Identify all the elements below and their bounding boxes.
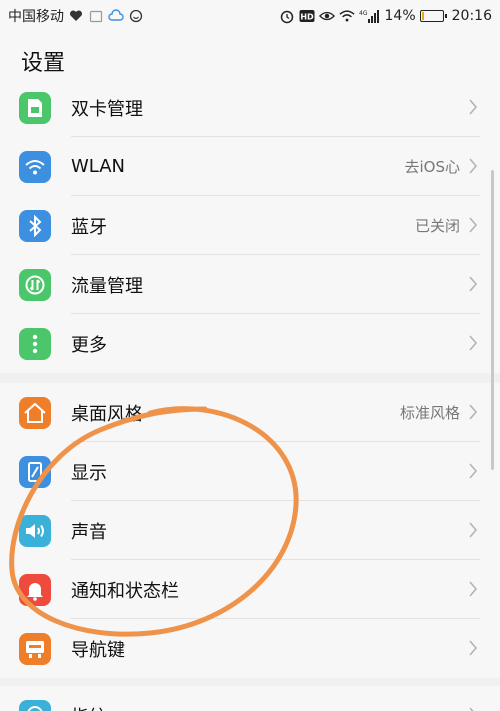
- settings-item-label: 导航键: [71, 639, 125, 661]
- battery-icon: [419, 10, 447, 22]
- alarm-icon: [279, 8, 295, 24]
- settings-item[interactable]: 流量管理: [0, 255, 500, 314]
- cloud-icon: [108, 8, 124, 24]
- settings-item-value: 去iOS心: [404, 158, 461, 176]
- settings-item[interactable]: 声音: [0, 501, 500, 560]
- settings-group-personalization: 桌面风格 标准风格显示声音通知和状态栏 导航键: [0, 383, 500, 678]
- wifi-icon: [338, 8, 355, 24]
- settings-item[interactable]: 更多: [0, 314, 500, 373]
- bell-icon: [19, 573, 51, 606]
- settings-item-label: 指纹: [71, 703, 107, 711]
- settings-item[interactable]: 桌面风格 标准风格: [0, 383, 500, 442]
- chevron-right-icon: [469, 640, 478, 656]
- settings-item[interactable]: 通知和状态栏: [0, 560, 500, 619]
- settings-item[interactable]: 双卡管理: [0, 78, 500, 137]
- settings-item-label: 双卡管理: [71, 98, 143, 120]
- settings-item-label: 显示: [71, 462, 107, 484]
- hd-icon: HD: [299, 8, 315, 24]
- chevron-right-icon: [469, 522, 478, 538]
- happy-face-icon: [128, 8, 144, 24]
- fingerprint-icon: [19, 699, 51, 711]
- network-type: 4G: [359, 10, 368, 17]
- chevron-right-icon: [469, 158, 478, 174]
- svg-text:HD: HD: [300, 13, 314, 22]
- speaker-icon: [19, 514, 51, 547]
- eye-icon: [318, 8, 335, 24]
- settings-item[interactable]: 显示: [0, 442, 500, 501]
- signal-icon: 4G: [359, 8, 381, 24]
- settings-item[interactable]: 指纹: [0, 686, 500, 711]
- chevron-right-icon: [469, 581, 478, 597]
- sim-card-icon: [19, 91, 51, 124]
- settings-item[interactable]: 蓝牙 已关闭: [0, 196, 500, 255]
- calendar-icon: [88, 8, 104, 24]
- page-title: 设置: [21, 50, 66, 76]
- display-icon: [19, 455, 51, 488]
- chevron-right-icon: [469, 463, 478, 479]
- settings-item-label: 蓝牙: [71, 216, 107, 238]
- settings-item-value: 标准风格: [399, 404, 460, 422]
- heart-icon: [68, 8, 84, 24]
- clock: 20:16: [451, 8, 492, 24]
- settings-item-label: WLAN: [71, 156, 126, 177]
- settings-item[interactable]: 导航键: [0, 619, 500, 678]
- settings-group-connectivity: 双卡管理 WLAN 去iOS心蓝牙 已关闭流量管理更多: [0, 78, 500, 373]
- chevron-right-icon: [469, 707, 474, 711]
- chevron-right-icon: [469, 99, 478, 115]
- settings-item-label: 更多: [71, 334, 107, 356]
- battery-percent: 14%: [384, 8, 416, 24]
- chevron-right-icon: [469, 217, 478, 233]
- data-traffic-icon: [19, 268, 51, 301]
- chevron-right-icon: [469, 335, 478, 351]
- settings-group-security: 指纹: [0, 686, 500, 711]
- status-bar: 中国移动 HD 4G 14% 20:16: [0, 0, 500, 32]
- settings-item-label: 流量管理: [71, 275, 143, 297]
- settings-item-label: 通知和状态栏: [71, 580, 179, 602]
- battery-level: [421, 12, 425, 20]
- home-icon: [19, 396, 51, 429]
- scrollbar[interactable]: [491, 170, 494, 470]
- settings-item-label: 桌面风格: [71, 403, 143, 425]
- chevron-right-icon: [469, 404, 478, 420]
- settings-item-label: 声音: [71, 521, 107, 543]
- carrier-name: 中国移动: [8, 9, 64, 25]
- bluetooth-icon: [19, 209, 51, 242]
- navigation-key-icon: [19, 632, 51, 665]
- wifi-icon: [19, 150, 51, 183]
- settings-item[interactable]: WLAN 去iOS心: [0, 137, 500, 196]
- more-icon: [19, 327, 51, 360]
- settings-item-value: 已关闭: [414, 217, 460, 235]
- chevron-right-icon: [469, 276, 478, 292]
